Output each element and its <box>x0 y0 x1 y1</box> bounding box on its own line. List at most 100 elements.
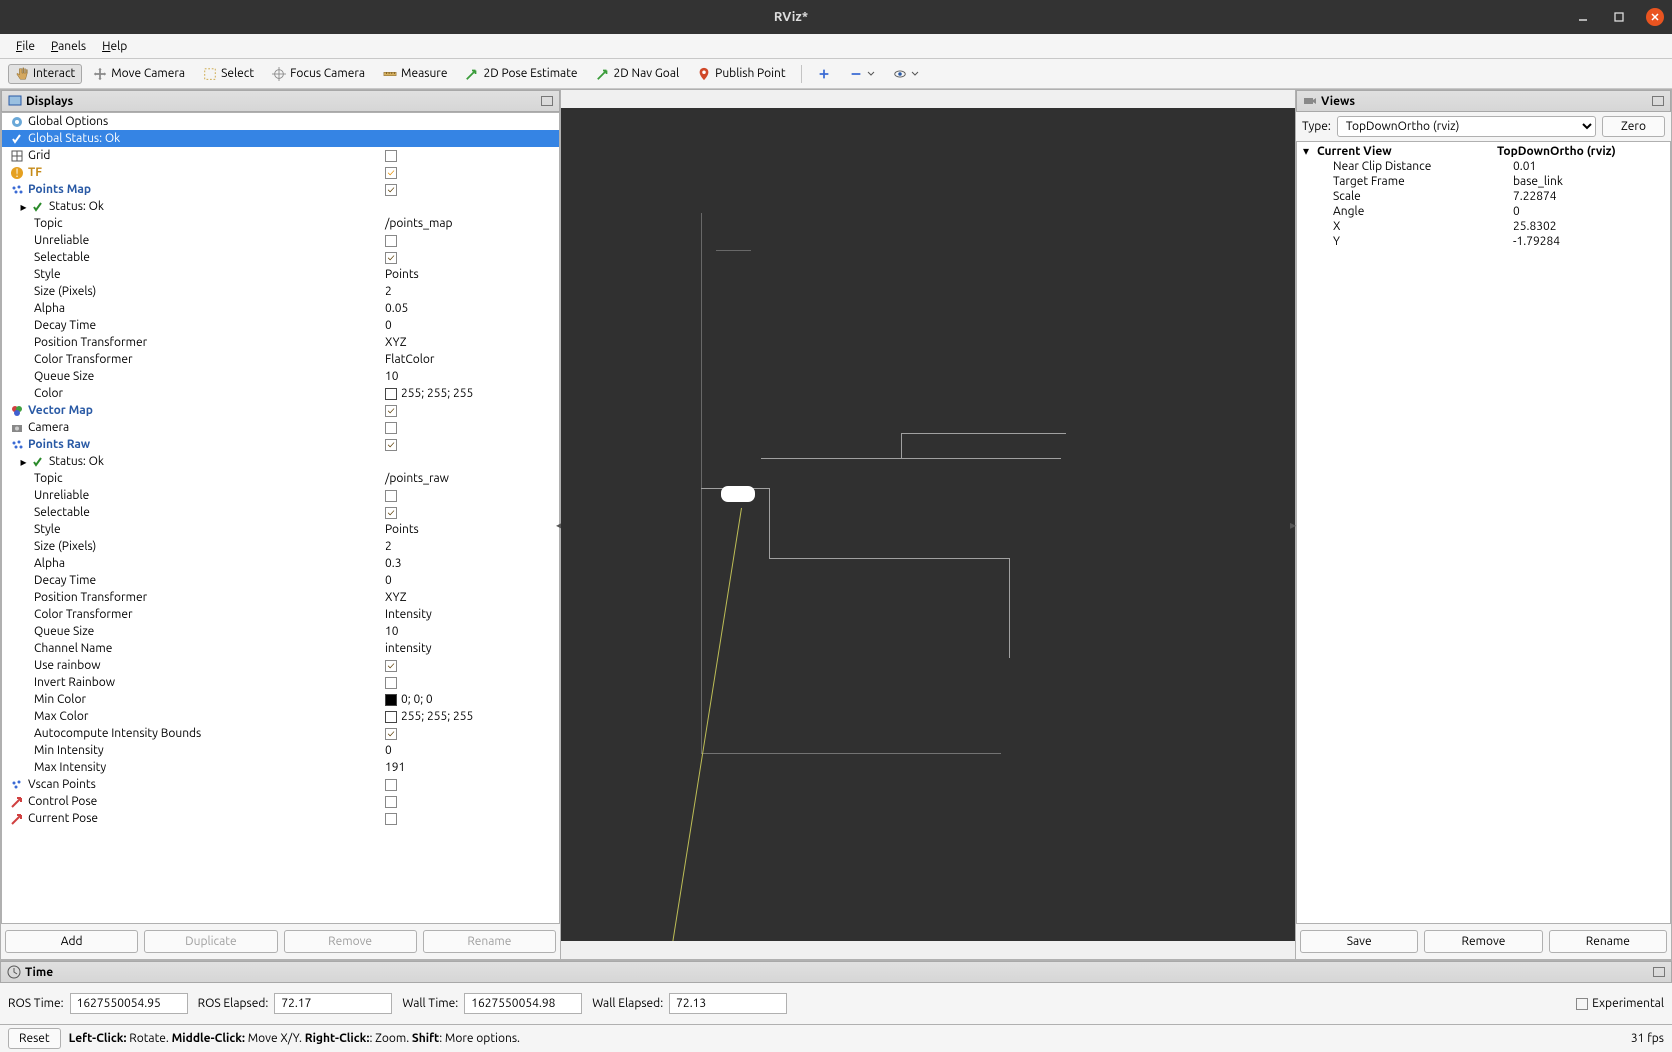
wall-elapsed-field[interactable] <box>669 993 787 1014</box>
tree-prop[interactable]: Decay Time0 <box>2 572 559 589</box>
tree-prop[interactable]: StylePoints <box>2 266 559 283</box>
tree-prop[interactable]: Selectable <box>2 504 559 521</box>
wall-time-field[interactable] <box>464 993 582 1014</box>
panel-collapse-icon[interactable] <box>1653 967 1665 977</box>
tree-item-camera[interactable]: Camera <box>2 419 559 436</box>
checkbox[interactable] <box>385 439 397 451</box>
checkbox[interactable] <box>385 405 397 417</box>
duplicate-button[interactable]: Duplicate <box>144 930 277 953</box>
views-tree[interactable]: ▾Current ViewTopDownOrtho (rviz) Near Cl… <box>1296 141 1671 924</box>
checkbox[interactable] <box>385 779 397 791</box>
ros-time-field[interactable] <box>70 993 188 1014</box>
close-button[interactable] <box>1646 8 1664 26</box>
panel-collapse-icon[interactable] <box>1652 96 1664 106</box>
rename-button[interactable]: Rename <box>423 930 556 953</box>
checkbox[interactable] <box>385 150 397 162</box>
tree-prop[interactable]: Topic/points_raw <box>2 470 559 487</box>
views-panel-header[interactable]: Views <box>1296 90 1671 112</box>
displays-panel-header[interactable]: Displays <box>1 90 560 112</box>
tree-item-points-raw[interactable]: Points Raw <box>2 436 559 453</box>
tree-prop[interactable]: Size (Pixels)2 <box>2 538 559 555</box>
menu-panels[interactable]: Panels <box>43 37 94 56</box>
tree-prop[interactable]: Position TransformerXYZ <box>2 334 559 351</box>
checkbox[interactable] <box>385 796 397 808</box>
tree-prop[interactable]: Autocompute Intensity Bounds <box>2 725 559 742</box>
tree-item-current-pose[interactable]: Current Pose <box>2 810 559 827</box>
time-panel-header[interactable]: Time <box>0 961 1672 983</box>
tree-prop[interactable]: Max Color255; 255; 255 <box>2 708 559 725</box>
checkbox[interactable] <box>385 184 397 196</box>
interact-tool[interactable]: Interact <box>8 64 82 84</box>
tree-item-vector-map[interactable]: Vector Map <box>2 402 559 419</box>
menu-file[interactable]: File <box>8 37 43 56</box>
tree-prop[interactable]: Decay Time0 <box>2 317 559 334</box>
zero-button[interactable]: Zero <box>1602 116 1665 137</box>
tree-prop[interactable]: Size (Pixels)2 <box>2 283 559 300</box>
tree-prop[interactable]: Invert Rainbow <box>2 674 559 691</box>
tree-item-vscan[interactable]: Vscan Points <box>2 776 559 793</box>
tree-item-grid[interactable]: Grid <box>2 147 559 164</box>
add-button[interactable]: Add <box>5 930 138 953</box>
eye-tool[interactable] <box>886 64 926 84</box>
tree-prop[interactable]: Position TransformerXYZ <box>2 589 559 606</box>
checkbox[interactable] <box>385 728 397 740</box>
tree-prop[interactable]: Color255; 255; 255 <box>2 385 559 402</box>
add-tool[interactable] <box>810 64 838 84</box>
tree-prop[interactable]: Alpha0.3 <box>2 555 559 572</box>
tree-prop[interactable]: Use rainbow <box>2 657 559 674</box>
remove-tool[interactable] <box>842 64 882 84</box>
3d-viewport[interactable] <box>561 108 1295 941</box>
checkbox[interactable] <box>385 813 397 825</box>
tree-item-status[interactable]: ▸ Status: Ok <box>2 453 559 470</box>
expand-icon[interactable]: ▸ <box>18 456 29 467</box>
save-view-button[interactable]: Save <box>1300 930 1418 953</box>
measure-tool[interactable]: Measure <box>376 64 454 84</box>
tree-item-tf[interactable]: ! TF <box>2 164 559 181</box>
tree-prop[interactable]: Queue Size10 <box>2 623 559 640</box>
tree-prop[interactable]: Min Color0; 0; 0 <box>2 691 559 708</box>
tree-item-control-pose[interactable]: Control Pose <box>2 793 559 810</box>
tree-prop[interactable]: Channel Nameintensity <box>2 640 559 657</box>
experimental-checkbox[interactable] <box>1576 998 1588 1010</box>
panel-collapse-icon[interactable] <box>541 96 553 106</box>
tree-prop[interactable]: Color TransformerIntensity <box>2 606 559 623</box>
right-splitter-handle[interactable]: ▸ <box>1290 495 1300 555</box>
checkbox[interactable] <box>385 235 397 247</box>
nav-goal-tool[interactable]: 2D Nav Goal <box>589 64 687 84</box>
publish-point-tool[interactable]: Publish Point <box>690 64 792 84</box>
tree-item-points-map[interactable]: Points Map <box>2 181 559 198</box>
tree-prop[interactable]: Unreliable <box>2 487 559 504</box>
tree-item-status[interactable]: ▸ Status: Ok <box>2 198 559 215</box>
tree-prop[interactable]: Topic/points_map <box>2 215 559 232</box>
checkbox[interactable] <box>385 660 397 672</box>
menu-help[interactable]: Help <box>94 37 135 56</box>
expand-icon[interactable]: ▸ <box>18 201 29 212</box>
tree-item-global-status[interactable]: Global Status: Ok <box>2 130 559 147</box>
ros-elapsed-field[interactable] <box>274 993 392 1014</box>
focus-camera-tool[interactable]: Focus Camera <box>265 64 372 84</box>
reset-button[interactable]: Reset <box>8 1028 61 1049</box>
tree-prop[interactable]: StylePoints <box>2 521 559 538</box>
maximize-button[interactable] <box>1610 8 1628 26</box>
checkbox[interactable] <box>385 252 397 264</box>
select-tool[interactable]: Select <box>196 64 261 84</box>
tree-prop[interactable]: Min Intensity0 <box>2 742 559 759</box>
rename-view-button[interactable]: Rename <box>1549 930 1667 953</box>
minimize-button[interactable] <box>1574 8 1592 26</box>
displays-tree[interactable]: Global Options Global Status: Ok Grid ! … <box>1 112 560 924</box>
view-type-select[interactable]: TopDownOrtho (rviz) <box>1337 116 1596 137</box>
remove-button[interactable]: Remove <box>284 930 417 953</box>
tree-prop[interactable]: Max Intensity191 <box>2 759 559 776</box>
move-camera-tool[interactable]: Move Camera <box>86 64 192 84</box>
checkbox[interactable] <box>385 677 397 689</box>
checkbox[interactable] <box>385 490 397 502</box>
checkbox[interactable] <box>385 422 397 434</box>
tree-item-global-options[interactable]: Global Options <box>2 113 559 130</box>
remove-view-button[interactable]: Remove <box>1424 930 1542 953</box>
pose-estimate-tool[interactable]: 2D Pose Estimate <box>458 64 584 84</box>
tree-prop[interactable]: Selectable <box>2 249 559 266</box>
checkbox[interactable] <box>385 507 397 519</box>
tree-prop[interactable]: Alpha0.05 <box>2 300 559 317</box>
checkbox[interactable] <box>385 167 397 179</box>
tree-prop[interactable]: Unreliable <box>2 232 559 249</box>
